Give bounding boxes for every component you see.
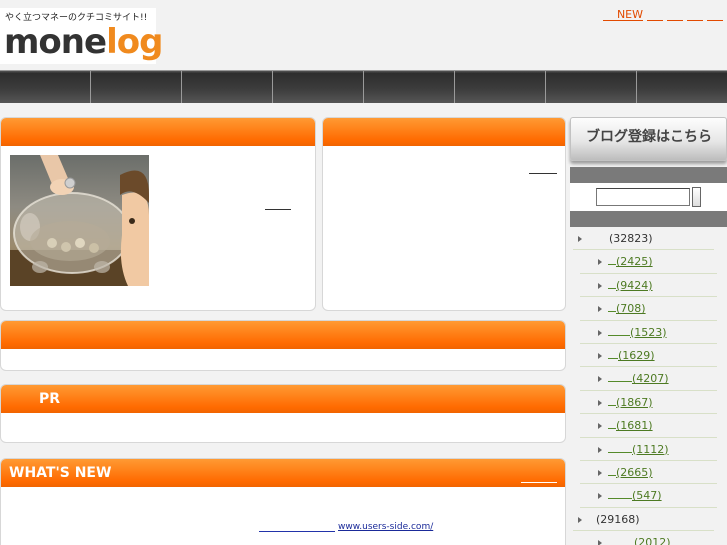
search-section-header <box>570 167 727 183</box>
bullet-icon <box>598 306 602 313</box>
piggy-bank-image <box>10 155 149 286</box>
nav-item-6[interactable] <box>455 70 546 103</box>
feature-box-header <box>1 118 315 146</box>
header-link-new[interactable]: NEW <box>602 9 643 21</box>
subcategory-count[interactable]: (9424) <box>616 279 653 292</box>
piggy-bank-illustration <box>10 155 149 286</box>
main-nav <box>0 70 727 103</box>
subcategory-item[interactable]: (547) <box>580 484 717 508</box>
whats-new-header: WHAT'S NEW <box>1 459 565 487</box>
bullet-icon <box>598 446 602 453</box>
nav-item-7[interactable] <box>546 70 637 103</box>
subcategory-item[interactable]: (1629) <box>580 344 717 368</box>
subcategory-item[interactable]: (2425) <box>580 250 717 274</box>
info-more-link[interactable] <box>529 164 557 174</box>
subcategory-item[interactable]: (1681) <box>580 414 717 438</box>
nav-item-2[interactable] <box>91 70 182 103</box>
nav-item-8[interactable] <box>637 70 727 103</box>
bullet-icon <box>598 469 602 476</box>
news-item-link[interactable] <box>259 522 335 532</box>
bullet-icon <box>598 259 602 266</box>
subcategory-item[interactable]: (1523) <box>580 321 717 344</box>
feature-box <box>0 117 316 311</box>
whats-new-more-link[interactable] <box>521 481 557 483</box>
subcategory-count[interactable]: (2012) <box>634 536 671 545</box>
bullet-icon <box>578 516 582 523</box>
logo-word-mone: mone <box>4 22 107 62</box>
header-link-3[interactable] <box>687 9 703 21</box>
bullet-icon <box>598 282 602 289</box>
logo-word-log: log <box>106 22 163 62</box>
bullet-icon <box>598 376 602 383</box>
subcategory-item[interactable]: (4207) <box>580 367 717 391</box>
header-link-2[interactable] <box>667 9 683 21</box>
pr-box: PR <box>0 384 566 443</box>
bullet-icon <box>578 236 582 242</box>
bullet-icon <box>598 493 602 500</box>
middle-box-header <box>1 321 565 349</box>
news-item-url[interactable]: www.users-side.com/ <box>338 522 433 532</box>
news-item: www.users-side.com/ <box>259 522 433 532</box>
nav-item-5[interactable] <box>364 70 455 103</box>
whats-new-title: WHAT'S NEW <box>9 465 112 481</box>
feature-more-link[interactable] <box>265 200 291 210</box>
bullet-icon <box>598 352 602 359</box>
header-link-1[interactable] <box>647 9 663 21</box>
bullet-icon <box>598 423 602 430</box>
subcategory-count[interactable]: (2425) <box>616 255 653 268</box>
search-input[interactable] <box>596 188 690 206</box>
subcategory-count[interactable]: (2665) <box>616 466 653 479</box>
subcategory-item[interactable]: (2012) <box>580 531 717 545</box>
logo-wordmark: monelog <box>4 20 163 64</box>
category-list: (32823) (2425) (9424) (708) (1523) (1629… <box>570 227 727 545</box>
header-link-4[interactable] <box>707 9 723 21</box>
subcategory-item[interactable]: (1112) <box>580 438 717 461</box>
blog-register-button[interactable]: ブログ登録はこちら <box>570 117 727 161</box>
bullet-icon <box>598 540 602 545</box>
site-logo[interactable]: やく立つマネーのクチコミサイト!! monelog <box>0 8 163 64</box>
category-count: (32823) <box>609 232 653 245</box>
category-item[interactable]: (32823) <box>573 227 714 251</box>
info-box-header <box>323 118 565 146</box>
subcategory-count[interactable]: (1629) <box>618 349 655 362</box>
search-form <box>570 183 727 211</box>
category-section-header <box>570 211 727 227</box>
nav-item-1[interactable] <box>0 70 91 103</box>
subcategory-count[interactable]: (1523) <box>630 326 667 339</box>
subcategory-item[interactable]: (1867) <box>580 391 717 415</box>
subcategory-count[interactable]: (1867) <box>616 396 653 409</box>
subcategory-count[interactable]: (1112) <box>632 443 669 456</box>
search-button[interactable] <box>692 187 701 207</box>
subcategory-item[interactable]: (9424) <box>580 274 717 298</box>
bullet-icon <box>598 329 602 336</box>
header-links: NEW <box>602 7 723 21</box>
info-box <box>322 117 566 311</box>
subcategory-count[interactable]: (1681) <box>616 419 653 432</box>
nav-item-4[interactable] <box>273 70 364 103</box>
bullet-icon <box>598 399 602 406</box>
middle-box <box>0 320 566 371</box>
whats-new-box: WHAT'S NEW www.users-side.com/ <box>0 458 566 545</box>
category-count: (29168) <box>596 512 640 526</box>
subcategory-count[interactable]: (708) <box>616 302 646 315</box>
nav-item-3[interactable] <box>182 70 273 103</box>
category-item[interactable]: (29168) <box>573 508 714 532</box>
subcategory-item[interactable]: (2665) <box>580 461 717 485</box>
pr-box-title: PR <box>1 385 565 413</box>
subcategory-item[interactable]: (708) <box>580 297 717 321</box>
subcategory-count[interactable]: (4207) <box>632 372 669 385</box>
subcategory-count[interactable]: (547) <box>632 489 662 502</box>
